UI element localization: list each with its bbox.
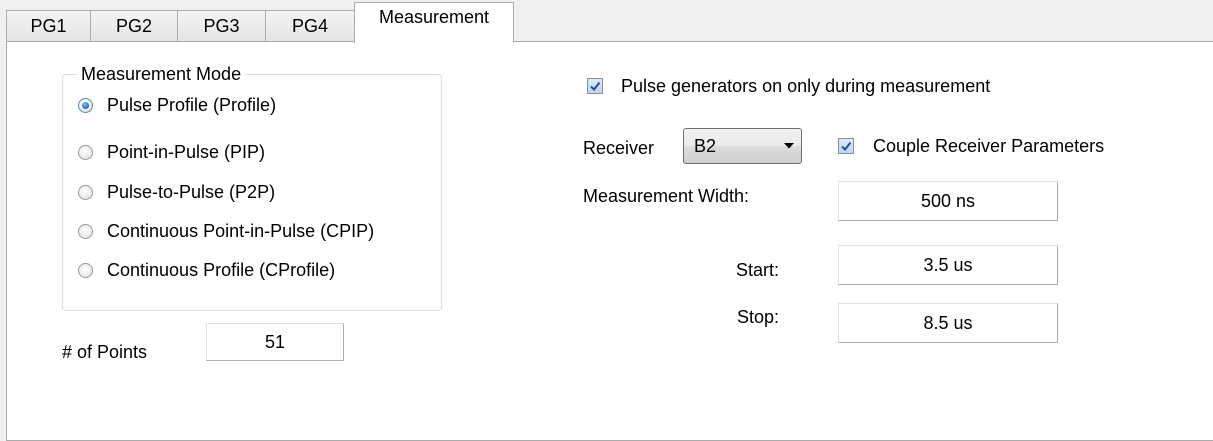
chevron-down-icon[interactable] bbox=[777, 142, 801, 150]
radio-pulse-to-pulse[interactable]: Pulse-to-Pulse (P2P) bbox=[78, 179, 275, 205]
radio-continuous-pip[interactable]: Continuous Point-in-Pulse (CPIP) bbox=[78, 218, 374, 244]
radio-label: Pulse-to-Pulse (P2P) bbox=[107, 181, 276, 202]
tab-label: PG2 bbox=[115, 16, 153, 36]
radio-selected-icon[interactable] bbox=[78, 97, 93, 113]
radio-unselected-icon[interactable] bbox=[78, 262, 93, 278]
radio-unselected-icon[interactable] bbox=[78, 223, 93, 239]
radio-continuous-profile[interactable]: Continuous Profile (CProfile) bbox=[78, 257, 335, 283]
couple-receiver-checkbox[interactable] bbox=[838, 138, 854, 154]
radio-point-in-pulse[interactable]: Point-in-Pulse (PIP) bbox=[78, 139, 265, 165]
tab-pg4[interactable]: PG4 bbox=[265, 10, 355, 42]
start-input[interactable]: 3.5 us bbox=[838, 245, 1058, 285]
start-label: Start: bbox=[736, 260, 780, 280]
radio-pulse-profile[interactable]: Pulse Profile (Profile) bbox=[78, 92, 276, 118]
tab-pg2[interactable]: PG2 bbox=[90, 10, 178, 42]
radio-unselected-icon[interactable] bbox=[78, 144, 93, 160]
pulse-generators-checkbox[interactable] bbox=[587, 78, 603, 94]
pulse-generators-label: Pulse generators on only during measurem… bbox=[621, 76, 991, 96]
radio-label: Continuous Profile (CProfile) bbox=[107, 259, 336, 280]
points-label: # of Points bbox=[62, 342, 148, 362]
points-input[interactable]: 51 bbox=[206, 323, 344, 361]
measurement-width-input[interactable]: 500 ns bbox=[838, 181, 1058, 221]
stop-label: Stop: bbox=[737, 307, 780, 327]
radio-label: Continuous Point-in-Pulse (CPIP) bbox=[107, 220, 375, 241]
tab-strip: PG1 PG2 PG3 PG4 Measurement bbox=[6, 0, 1213, 43]
checkmark-icon bbox=[590, 81, 601, 92]
checkmark-icon bbox=[841, 141, 852, 152]
tab-measurement[interactable]: Measurement bbox=[354, 2, 514, 43]
tab-label: PG3 bbox=[203, 16, 240, 36]
couple-receiver-label: Couple Receiver Parameters bbox=[873, 136, 1105, 156]
measurement-width-label: Measurement Width: bbox=[583, 186, 750, 206]
radio-label: Point-in-Pulse (PIP) bbox=[107, 141, 266, 162]
tab-label: PG1 bbox=[30, 16, 67, 36]
measurement-mode-title: Measurement Mode bbox=[77, 63, 246, 85]
tab-label: Measurement bbox=[378, 7, 490, 27]
tab-pg3[interactable]: PG3 bbox=[177, 10, 266, 42]
tab-label: PG4 bbox=[291, 16, 329, 36]
tab-pg1[interactable]: PG1 bbox=[6, 10, 91, 42]
radio-label: Pulse Profile (Profile) bbox=[107, 94, 277, 115]
stop-input[interactable]: 8.5 us bbox=[838, 303, 1058, 343]
receiver-label: Receiver bbox=[583, 138, 655, 158]
radio-unselected-icon[interactable] bbox=[78, 184, 93, 200]
receiver-value: B2 bbox=[694, 135, 717, 156]
receiver-select[interactable]: B2 bbox=[683, 128, 802, 164]
